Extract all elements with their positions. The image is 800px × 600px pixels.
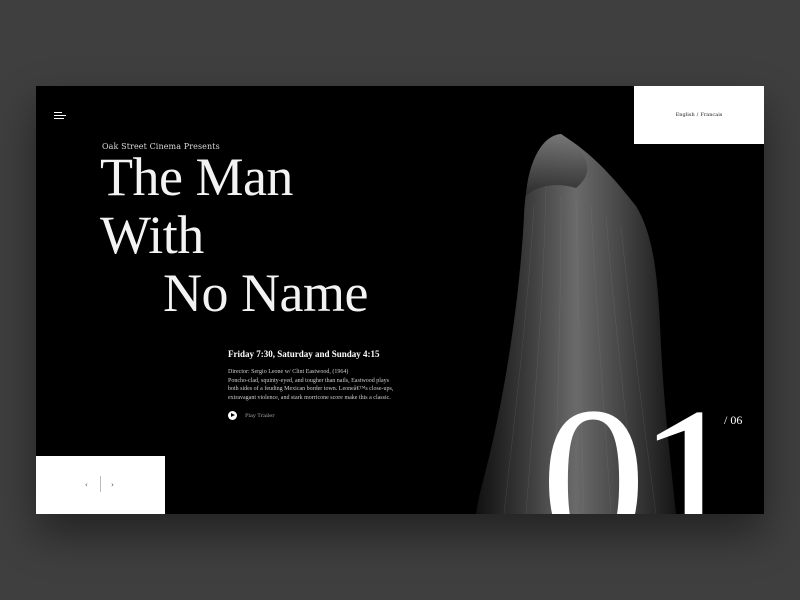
- next-arrow-icon[interactable]: ›: [111, 481, 114, 489]
- description-line: Director: Sergio Leone w/ Clint Eastwood…: [228, 369, 349, 375]
- slide-total: / 06: [724, 413, 743, 427]
- title-line-2: With: [100, 205, 204, 265]
- showtimes: Friday 7:30, Saturday and Sunday 4:15: [228, 349, 380, 359]
- nav-divider: [100, 476, 101, 492]
- hero-panel: English / Francais Oak Street Cinema Pre…: [36, 86, 764, 514]
- language-separator: /: [696, 112, 699, 118]
- slide-navigation: ‹ ›: [36, 456, 165, 514]
- play-trailer-button[interactable]: Play Trailer: [228, 411, 275, 420]
- title-line-3: No Name: [163, 263, 368, 323]
- movie-description: Director: Sergio Leone w/ Clint Eastwood…: [228, 368, 428, 402]
- slide-current-number: 01: [541, 365, 743, 514]
- language-french[interactable]: Francais: [700, 112, 722, 118]
- description-line: extravagant violence, and stark morricon…: [228, 394, 391, 401]
- title-line-1: The Man: [100, 147, 293, 207]
- movie-title: The Man With No Name: [100, 148, 368, 322]
- description-line: Poncho-clad, squinty-eyed, and tougher t…: [228, 377, 389, 384]
- prev-arrow-icon[interactable]: ‹: [85, 481, 88, 489]
- language-english[interactable]: English: [676, 112, 695, 118]
- description-line: both sides of a feuding Mexican border t…: [228, 386, 394, 392]
- play-trailer-label[interactable]: Play Trailer: [245, 413, 275, 419]
- menu-icon[interactable]: [54, 112, 66, 120]
- play-icon[interactable]: [228, 411, 237, 420]
